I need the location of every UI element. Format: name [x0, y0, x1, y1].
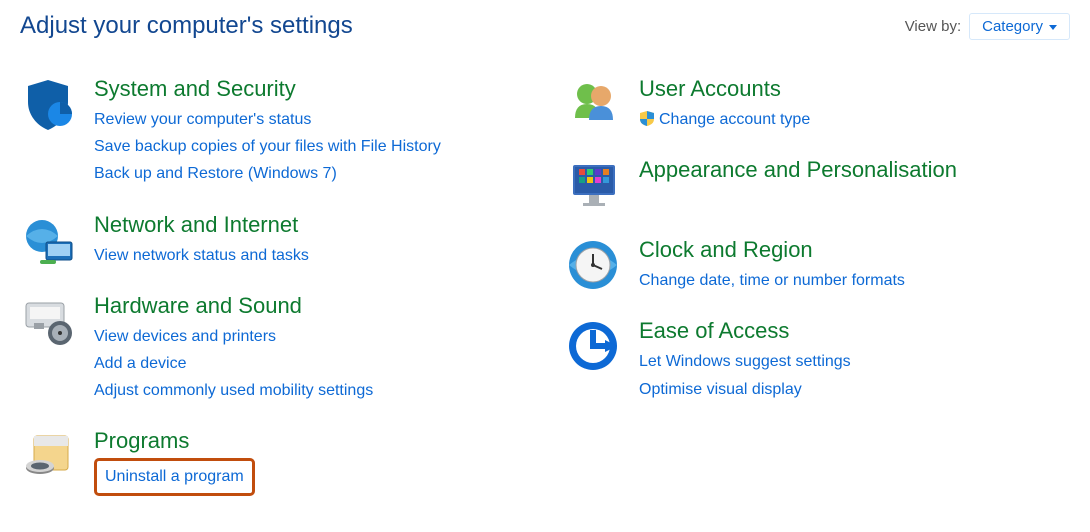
- category-sublink[interactable]: Adjust commonly used mobility settings: [94, 377, 525, 404]
- view-by-container: View by: Category: [905, 13, 1070, 40]
- category-sublink[interactable]: Change date, time or number formats: [639, 267, 1070, 294]
- category-item: Appearance and Personalisation: [565, 157, 1070, 213]
- shield-icon: [20, 76, 76, 132]
- category-sublink[interactable]: Optimise visual display: [639, 376, 1070, 403]
- category-sublink[interactable]: View network status and tasks: [94, 242, 525, 269]
- category-title-link[interactable]: Hardware and Sound: [94, 293, 525, 319]
- view-by-value: Category: [982, 18, 1043, 35]
- category-sublink[interactable]: View devices and printers: [94, 323, 525, 350]
- category-sublink[interactable]: Change account type: [639, 106, 1070, 133]
- category-item: System and Security Review your computer'…: [20, 76, 525, 188]
- view-by-select[interactable]: Category: [969, 13, 1070, 40]
- category-title-link[interactable]: Network and Internet: [94, 212, 525, 238]
- category-title-link[interactable]: Programs: [94, 428, 525, 454]
- category-title-link[interactable]: Clock and Region: [639, 237, 1070, 263]
- category-sublink[interactable]: Review your computer's status: [94, 106, 525, 133]
- category-item: Hardware and Sound View devices and print…: [20, 293, 525, 405]
- hardware-icon: [20, 293, 76, 349]
- view-by-label: View by:: [905, 18, 961, 35]
- category-title-link[interactable]: Appearance and Personalisation: [639, 157, 1070, 183]
- category-item: Ease of Access Let Windows suggest settin…: [565, 318, 1070, 402]
- programs-icon: [20, 428, 76, 484]
- category-sublink[interactable]: Let Windows suggest settings: [639, 348, 1070, 375]
- page-title: Adjust your computer's settings: [20, 12, 353, 40]
- category-item: Programs Uninstall a program: [20, 428, 525, 495]
- uac-shield-icon: [639, 108, 655, 124]
- category-sublink[interactable]: Uninstall a program: [105, 463, 244, 490]
- category-title-link[interactable]: Ease of Access: [639, 318, 1070, 344]
- category-item: User Accounts Change account type: [565, 76, 1070, 133]
- ease-icon: [565, 318, 621, 374]
- category-item: Clock and Region Change date, time or num…: [565, 237, 1070, 294]
- highlight-box: Uninstall a program: [94, 458, 255, 495]
- category-sublink[interactable]: Save backup copies of your files with Fi…: [94, 133, 525, 160]
- category-sublink[interactable]: Back up and Restore (Windows 7): [94, 160, 525, 187]
- category-title-link[interactable]: System and Security: [94, 76, 525, 102]
- category-sublink[interactable]: Add a device: [94, 350, 525, 377]
- category-title-link[interactable]: User Accounts: [639, 76, 1070, 102]
- appearance-icon: [565, 157, 621, 213]
- users-icon: [565, 76, 621, 132]
- network-icon: [20, 212, 76, 268]
- category-item: Network and Internet View network status …: [20, 212, 525, 269]
- caret-down-icon: [1049, 25, 1057, 30]
- clock-icon: [565, 237, 621, 293]
